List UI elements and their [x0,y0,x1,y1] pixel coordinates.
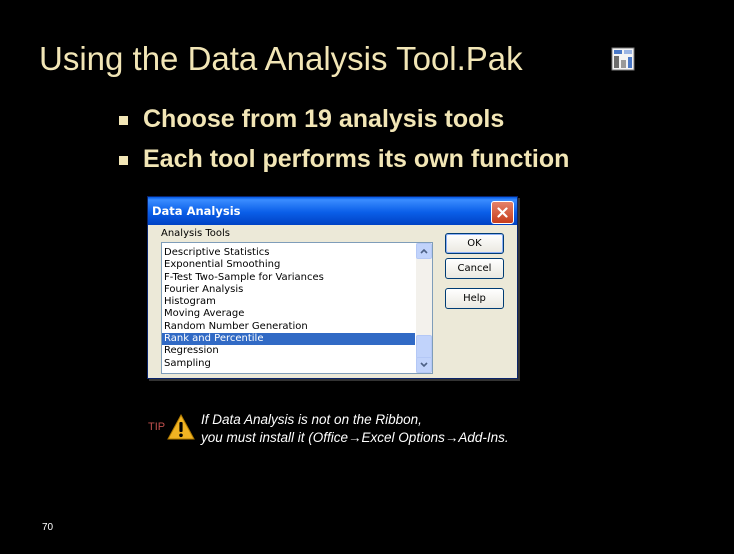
scroll-down-button[interactable] [416,357,432,373]
warning-icon [167,413,195,440]
analysis-tools-listbox[interactable]: Descriptive Statistics Exponential Smoot… [161,242,433,374]
list-item[interactable]: Sampling [162,358,415,370]
chevron-up-icon [420,248,428,254]
close-icon [497,207,508,218]
scroll-thumb[interactable] [416,335,432,359]
bullet-marker [119,115,128,125]
chevron-down-icon [420,362,428,368]
bullet-item: Choose from 19 analysis tools [119,99,569,139]
list-item[interactable]: Regression [162,345,415,357]
list-item[interactable]: Histogram [162,296,415,308]
tip-label: TIP [148,421,166,433]
list-item[interactable]: Fourier Analysis [162,284,415,296]
list-item[interactable]: F-Test Two-Sample for Variances [162,272,415,284]
page-number: 70 [42,522,54,533]
scroll-up-button[interactable] [416,243,432,259]
bullet-text: Choose from 19 analysis tools [143,104,505,133]
close-button[interactable] [491,201,514,224]
data-analysis-icon [611,47,635,71]
bullet-item: Each tool performs its own function [119,139,569,179]
tip-line-1: If Data Analysis is not on the Ribbon, [201,412,422,427]
bullet-list: Choose from 19 analysis tools Each tool … [119,99,569,179]
list-item[interactable]: Exponential Smoothing [162,259,415,271]
list-scrollbar[interactable] [416,243,432,373]
tip-text: If Data Analysis is not on the Ribbon, y… [201,411,509,447]
list-item[interactable]: Descriptive Statistics [162,247,415,259]
dialog-titlebar[interactable]: Data Analysis [148,197,517,225]
list-item[interactable]: Moving Average [162,308,415,320]
list-item[interactable]: Random Number Generation [162,321,415,333]
dialog-title: Data Analysis [152,204,241,218]
analysis-tools-label: Analysis Tools [161,228,231,239]
bullet-marker [119,155,128,165]
ok-button[interactable]: OK [445,233,504,254]
list-item-selected[interactable]: Rank and Percentile [162,333,415,346]
slide-title: Using the Data Analysis Tool.Pak [39,40,523,77]
cancel-button[interactable]: Cancel [445,258,504,279]
data-analysis-dialog: Data Analysis Analysis Tools Descriptive… [147,196,518,379]
tip-line-2: you must install it (Office→Excel Option… [201,430,509,445]
bullet-text: Each tool performs its own function [143,144,570,173]
help-button[interactable]: Help [445,288,504,309]
